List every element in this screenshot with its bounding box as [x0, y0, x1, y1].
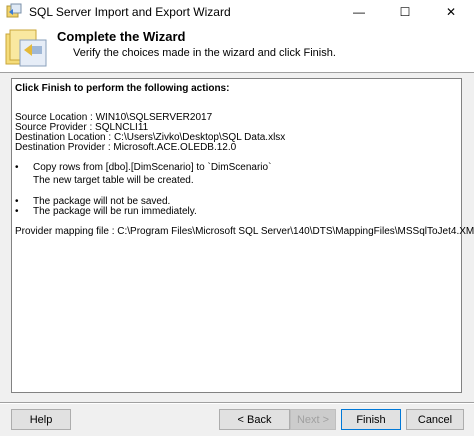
- package-run-immediately: The package will be run immediately.: [33, 206, 197, 217]
- destination-provider: Destination Provider : Microsoft.ACE.OLE…: [15, 142, 237, 153]
- summary-box[interactable]: Click Finish to perform the following ac…: [11, 78, 474, 393]
- cancel-button[interactable]: Cancel: [406, 409, 464, 430]
- bullet-icon: •: [15, 206, 19, 217]
- minimize-button[interactable]: —: [336, 0, 382, 24]
- help-button[interactable]: Help: [11, 409, 71, 430]
- wizard-icon: [5, 29, 47, 67]
- copy-rows-action: Copy rows from [dbo].[DimScenario] to `D…: [33, 162, 272, 173]
- page-subtitle: Verify the choices made in the wizard an…: [73, 47, 336, 59]
- footer-divider-highlight: [0, 403, 474, 404]
- window-title: SQL Server Import and Export Wizard: [29, 5, 231, 19]
- finish-button[interactable]: Finish: [341, 409, 401, 430]
- provider-mapping-file: Provider mapping file : C:\Program Files…: [15, 226, 474, 237]
- new-table-note: The new target table will be created.: [33, 175, 194, 186]
- back-button[interactable]: < Back: [219, 409, 290, 430]
- app-icon: [6, 3, 22, 18]
- close-button[interactable]: ✕: [428, 0, 474, 24]
- summary-heading: Click Finish to perform the following ac…: [15, 83, 230, 94]
- maximize-button[interactable]: ☐: [382, 0, 428, 24]
- bullet-icon: •: [15, 162, 19, 173]
- title-bar: SQL Server Import and Export Wizard — ☐ …: [0, 0, 474, 24]
- next-button[interactable]: Next >: [290, 409, 336, 430]
- wizard-header: Complete the Wizard Verify the choices m…: [0, 24, 474, 73]
- page-title: Complete the Wizard: [57, 29, 186, 44]
